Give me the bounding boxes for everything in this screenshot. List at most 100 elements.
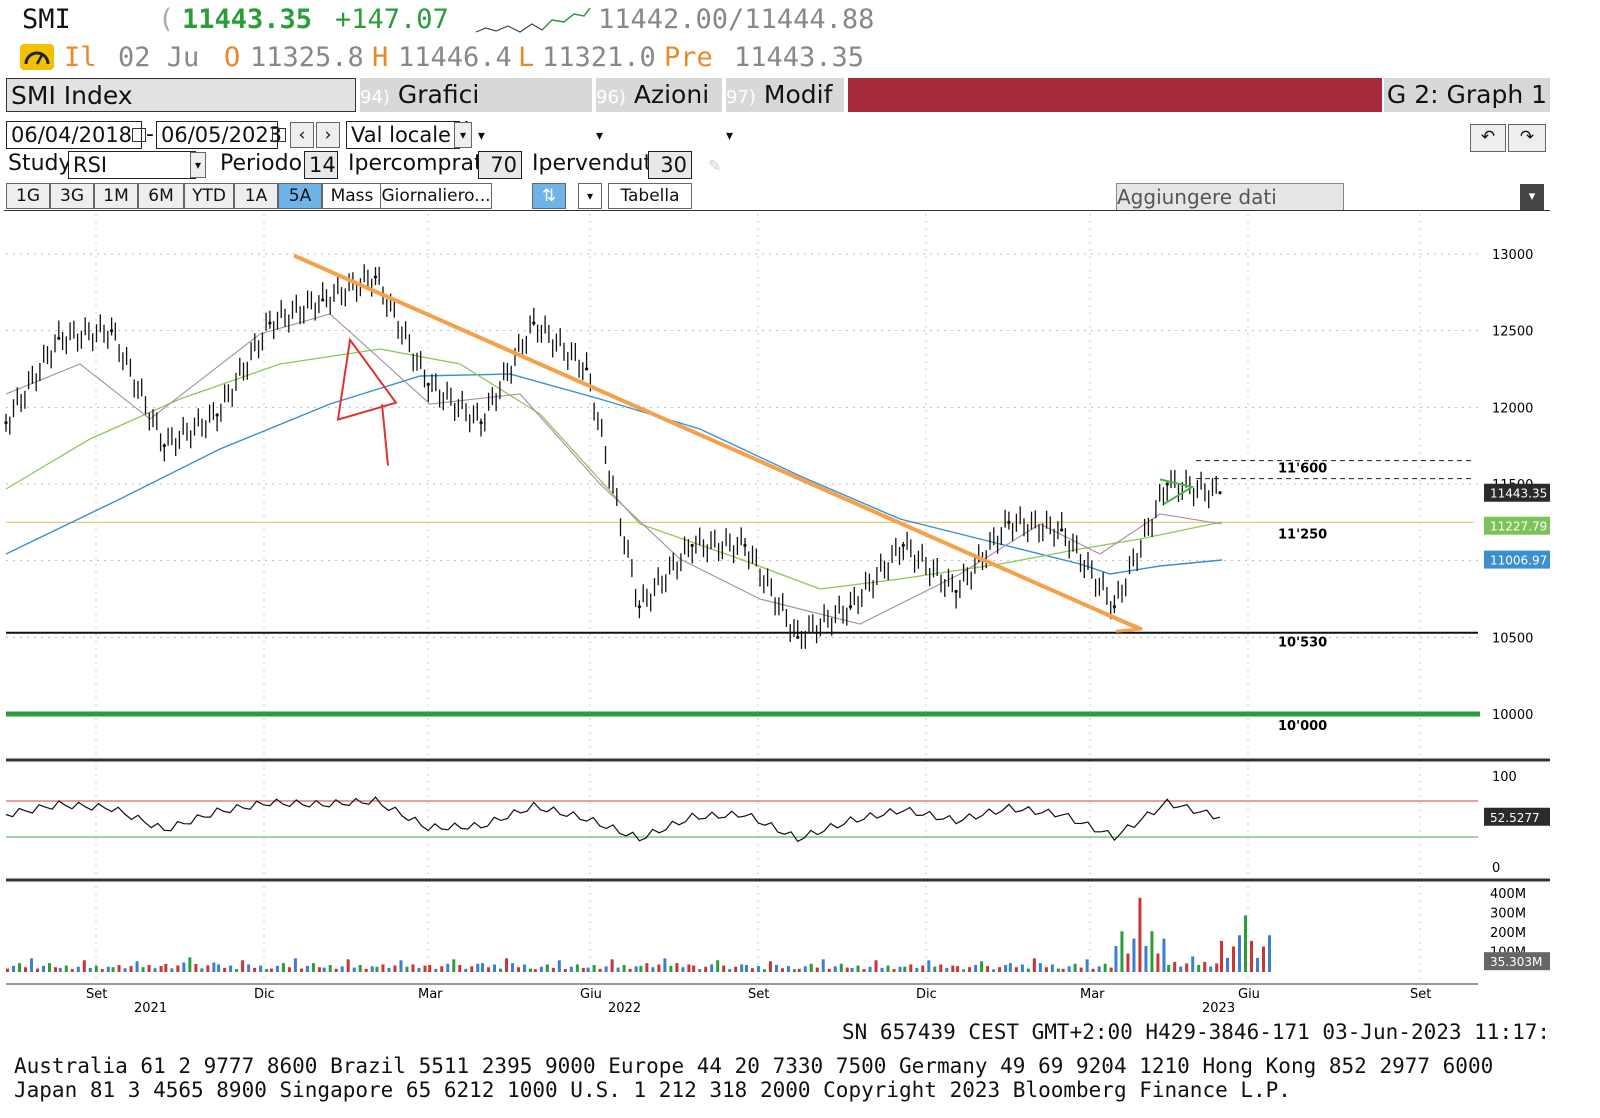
volume-bar	[505, 958, 509, 972]
range-button-1a[interactable]: 1A	[234, 183, 278, 209]
volume-bar	[1144, 946, 1148, 972]
volume-bar	[569, 966, 573, 972]
volume-bar	[551, 967, 555, 972]
volume-bar	[756, 966, 760, 972]
volume-bar	[750, 968, 754, 972]
period-input[interactable]: 14	[304, 151, 338, 179]
prev-arrow-icon[interactable]: ‹	[290, 122, 314, 148]
pencil-icon[interactable]: ✎	[708, 156, 721, 175]
next-arrow-icon[interactable]: ›	[316, 122, 340, 148]
volume-bar	[100, 969, 104, 972]
volume-bar	[1120, 931, 1124, 972]
price-tick-label: 13000	[1492, 248, 1533, 263]
chevron-down-icon[interactable]: ▾	[454, 122, 472, 148]
volume-bar	[275, 965, 279, 972]
gauge-icon[interactable]	[20, 44, 54, 70]
volume-bar	[809, 963, 813, 972]
study-select[interactable]: RSI	[68, 151, 196, 179]
volume-bar	[675, 963, 679, 972]
volume-bar	[464, 968, 468, 972]
add-data-field[interactable]: Aggiungere dati	[1116, 183, 1344, 211]
volume-bar	[1179, 966, 1183, 972]
open-label: O	[224, 42, 241, 73]
level-label: 10'000	[1278, 719, 1327, 734]
range-button-5a[interactable]: 5A	[278, 183, 322, 209]
range-button-ytd[interactable]: YTD	[184, 183, 234, 209]
range-button-3g[interactable]: 3G	[50, 183, 94, 209]
oversold-input[interactable]: 30	[648, 151, 692, 179]
volume-bar	[470, 966, 474, 972]
volume-bar	[1256, 957, 1259, 972]
graph-name[interactable]: G 2: Graph 1	[1384, 78, 1550, 112]
toolbar-divider	[4, 210, 1550, 211]
volume-bar	[48, 963, 51, 972]
range-button-6m[interactable]: 6M	[138, 183, 184, 209]
volume-bar	[734, 966, 738, 972]
date-separator: -	[146, 122, 154, 147]
calendar-icon[interactable]	[272, 128, 286, 142]
frequency-select[interactable]: Giornaliero...	[380, 183, 492, 209]
modify-menu[interactable]: 97) Modif ▾	[726, 78, 844, 144]
price-point	[268, 321, 272, 325]
volume-bar	[423, 965, 427, 972]
range-button-mass[interactable]: Mass	[322, 183, 382, 209]
volume-bar	[117, 965, 121, 972]
volume-bar	[915, 967, 919, 972]
volume-bar	[797, 968, 801, 972]
price-point	[637, 605, 641, 609]
table-button[interactable]: Tabella	[608, 183, 692, 209]
volume-bar	[1156, 953, 1160, 972]
volume-bar	[663, 958, 667, 972]
range-button-1m[interactable]: 1M	[94, 183, 138, 209]
year-label: 2023	[1202, 1001, 1235, 1016]
volume-bar	[1004, 965, 1008, 972]
price-tick-label: 10000	[1492, 708, 1533, 723]
chevron-down-icon[interactable]: ▾	[190, 152, 206, 178]
currency-select[interactable]: Val locale	[346, 121, 460, 149]
footer-phones-2: Japan 81 3 4565 8900 Singapore 65 6212 1…	[14, 1078, 1291, 1102]
volume-bar	[434, 968, 438, 972]
redo-icon[interactable]: ↷	[1508, 124, 1546, 152]
volume-bar	[188, 957, 192, 972]
chevron-down-icon[interactable]: ▾	[578, 183, 602, 209]
modify-label: Modif	[763, 80, 833, 109]
date-from-field[interactable]: 06/04/2018	[6, 121, 142, 149]
suggested-charts-menu[interactable]: 94) Grafici suggeriti ▾	[360, 78, 592, 146]
net-change: +147.07	[335, 4, 449, 35]
price-point	[796, 635, 800, 639]
price-chart[interactable]: 1300012500120001150011000105001000011'60…	[0, 214, 1600, 1026]
volume-bar	[874, 960, 878, 972]
volume-bar	[223, 967, 227, 972]
volume-bar	[476, 963, 480, 972]
volume-bar	[170, 968, 174, 972]
chart-type-icon[interactable]: ⇅	[532, 183, 566, 209]
undo-icon[interactable]: ↶	[1470, 124, 1506, 152]
price-point	[479, 421, 483, 425]
actions-menu[interactable]: 96) Azioni ▾	[596, 78, 722, 144]
volume-bar	[1150, 931, 1154, 972]
volume-bar	[346, 959, 350, 972]
volume-bar	[217, 964, 221, 972]
volume-bar	[968, 967, 972, 972]
volume-bar	[692, 965, 696, 972]
quote-paren: (	[158, 4, 175, 35]
volume-bar	[322, 967, 326, 972]
volume-bar	[986, 966, 990, 972]
volume-bar	[200, 968, 204, 972]
volume-bar	[645, 963, 649, 972]
range-button-1g[interactable]: 1G	[6, 183, 50, 209]
volume-bar	[229, 965, 233, 972]
security-field[interactable]: SMI Index	[6, 78, 356, 112]
volume-bar	[293, 958, 297, 972]
overbought-input[interactable]: 70	[478, 151, 522, 179]
footer-phones-1: Australia 61 2 9777 8600 Brazil 5511 239…	[14, 1054, 1494, 1078]
red-banner	[848, 78, 1382, 112]
volume-bar	[939, 964, 943, 972]
price-point	[690, 543, 694, 547]
menu-dropdown-icon[interactable]: ▾	[1520, 184, 1544, 210]
date-to-field[interactable]: 06/05/2023	[156, 121, 282, 149]
calendar-icon[interactable]	[132, 128, 146, 142]
volume-bar	[681, 967, 685, 972]
volume-bar	[517, 967, 521, 972]
volume-bar	[1132, 938, 1136, 972]
